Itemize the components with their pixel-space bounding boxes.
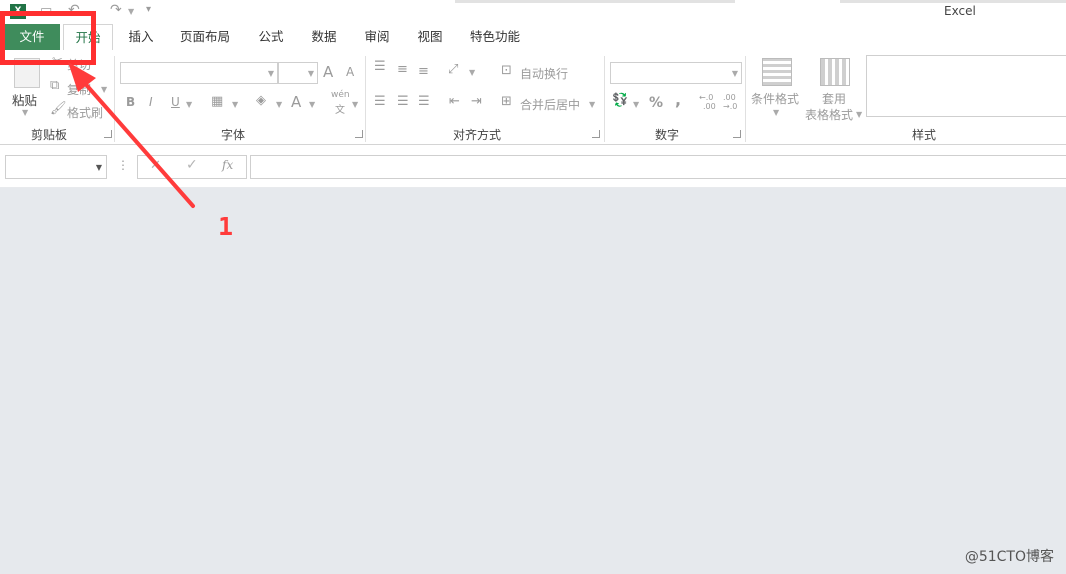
watermark: @51CTO博客 [964, 549, 1054, 565]
annotation-number: 1 [218, 212, 234, 241]
annotation-arrow-head [68, 62, 96, 92]
annotation-arrow [68, 62, 195, 208]
annotation-arrow-line [80, 78, 195, 208]
